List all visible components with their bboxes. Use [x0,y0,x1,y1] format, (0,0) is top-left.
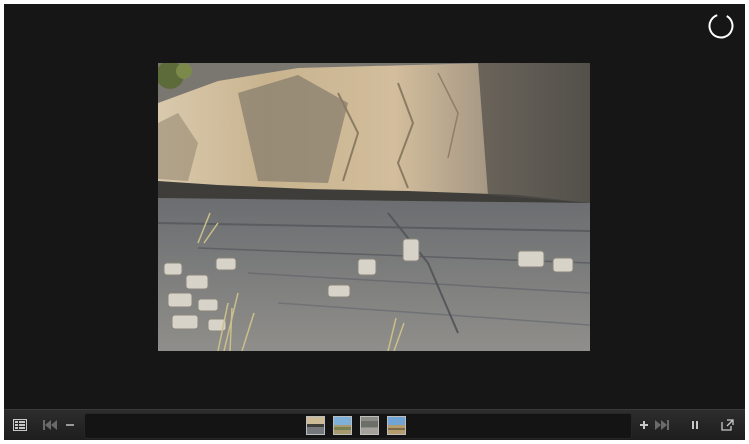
zoom-in-button[interactable] [636,417,652,433]
thumbnail-3-image [361,417,378,434]
open-external-button[interactable] [719,417,735,433]
pause-icon [692,421,698,429]
grid-icon [13,419,27,431]
thumbnail-2[interactable] [333,416,352,435]
rock-overhang-photo [158,63,590,351]
next-button[interactable] [654,417,670,433]
thumbnail-1-image [307,417,324,434]
loading-spinner-icon [708,13,734,39]
image-stage[interactable] [4,4,745,408]
thumbnail-2-image [334,417,351,434]
thumbnail-3[interactable] [360,416,379,435]
grid-view-button[interactable] [12,417,28,433]
thumbnail-1[interactable] [306,416,325,435]
pause-button[interactable] [687,417,703,433]
plus-icon [640,421,648,429]
external-link-icon [720,419,734,431]
zoom-out-button[interactable] [62,417,78,433]
thumbnail-4[interactable] [387,416,406,435]
skip-next-icon [655,420,669,430]
slideshow-toolbar [4,409,745,440]
thumbnail-strip [84,413,632,439]
thumbnail-list [306,416,406,436]
minus-icon [66,424,74,426]
main-photo[interactable] [158,63,590,351]
thumbnail-4-image [388,417,405,434]
slideshow-viewer [4,4,745,440]
previous-button[interactable] [42,417,58,433]
skip-previous-icon [43,420,57,430]
